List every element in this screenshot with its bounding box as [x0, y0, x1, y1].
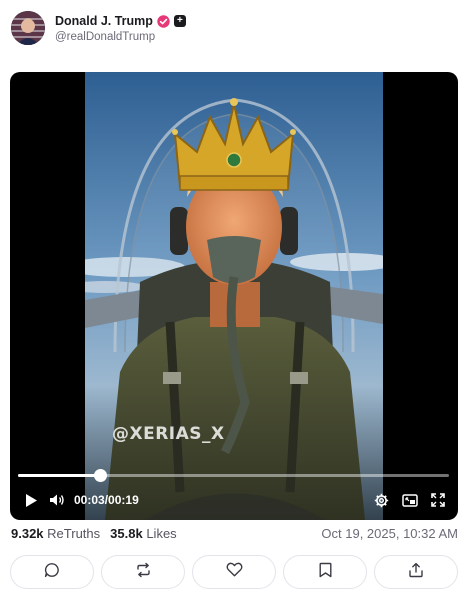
video-frame: [85, 72, 383, 520]
retruth-icon: [135, 562, 152, 583]
fullscreen-icon[interactable]: [429, 490, 447, 510]
volume-icon[interactable]: [48, 490, 66, 510]
retruths-label: ReTruths: [47, 526, 101, 541]
video-duration: 00:19: [108, 493, 139, 507]
post-actions: [10, 555, 458, 589]
likes-stat[interactable]: 35.8k Likes: [110, 526, 177, 541]
video-watermark: @XERIAS_X: [112, 424, 225, 444]
picture-in-picture-icon[interactable]: [401, 490, 419, 510]
bookmark-button[interactable]: [283, 555, 367, 589]
video-progress-handle[interactable]: [93, 469, 107, 482]
play-icon[interactable]: [22, 490, 40, 510]
gear-icon[interactable]: [372, 490, 390, 510]
retruths-count: 9.32k: [11, 526, 44, 541]
avatar[interactable]: [11, 11, 45, 45]
bookmark-icon: [319, 562, 332, 583]
author-handle[interactable]: @realDonaldTrump: [55, 31, 155, 43]
reply-button[interactable]: [10, 555, 94, 589]
author-display-name[interactable]: Donald J. Trump: [55, 14, 153, 28]
video-current-time: 00:03: [74, 493, 105, 507]
post-header: Donald J. Trump + @realDonaldTrump: [11, 11, 451, 47]
retruth-button[interactable]: [101, 555, 185, 589]
video-time: 00:03/00:19: [74, 493, 139, 507]
video-progress-fill: [18, 474, 100, 477]
likes-count: 35.8k: [110, 526, 143, 541]
like-button[interactable]: [192, 555, 276, 589]
video-progress-bar[interactable]: [18, 469, 449, 482]
author-name-line: Donald J. Trump +: [55, 13, 186, 29]
heart-icon: [226, 562, 243, 582]
video-controls: 00:03/00:19: [10, 490, 458, 512]
post-stats: 9.32k ReTruths 35.8k Likes: [11, 526, 177, 541]
verified-badge-icon: [157, 14, 170, 28]
share-icon: [408, 562, 424, 583]
retruths-stat[interactable]: 9.32k ReTruths: [11, 526, 100, 541]
subscriber-badge-icon: +: [173, 15, 186, 27]
video-player[interactable]: @XERIAS_X 00:03/00:19: [10, 72, 458, 520]
reply-icon: [44, 562, 60, 583]
post-timestamp: Oct 19, 2025, 10:32 AM: [321, 526, 458, 541]
likes-label: Likes: [146, 526, 177, 541]
share-button[interactable]: [374, 555, 458, 589]
